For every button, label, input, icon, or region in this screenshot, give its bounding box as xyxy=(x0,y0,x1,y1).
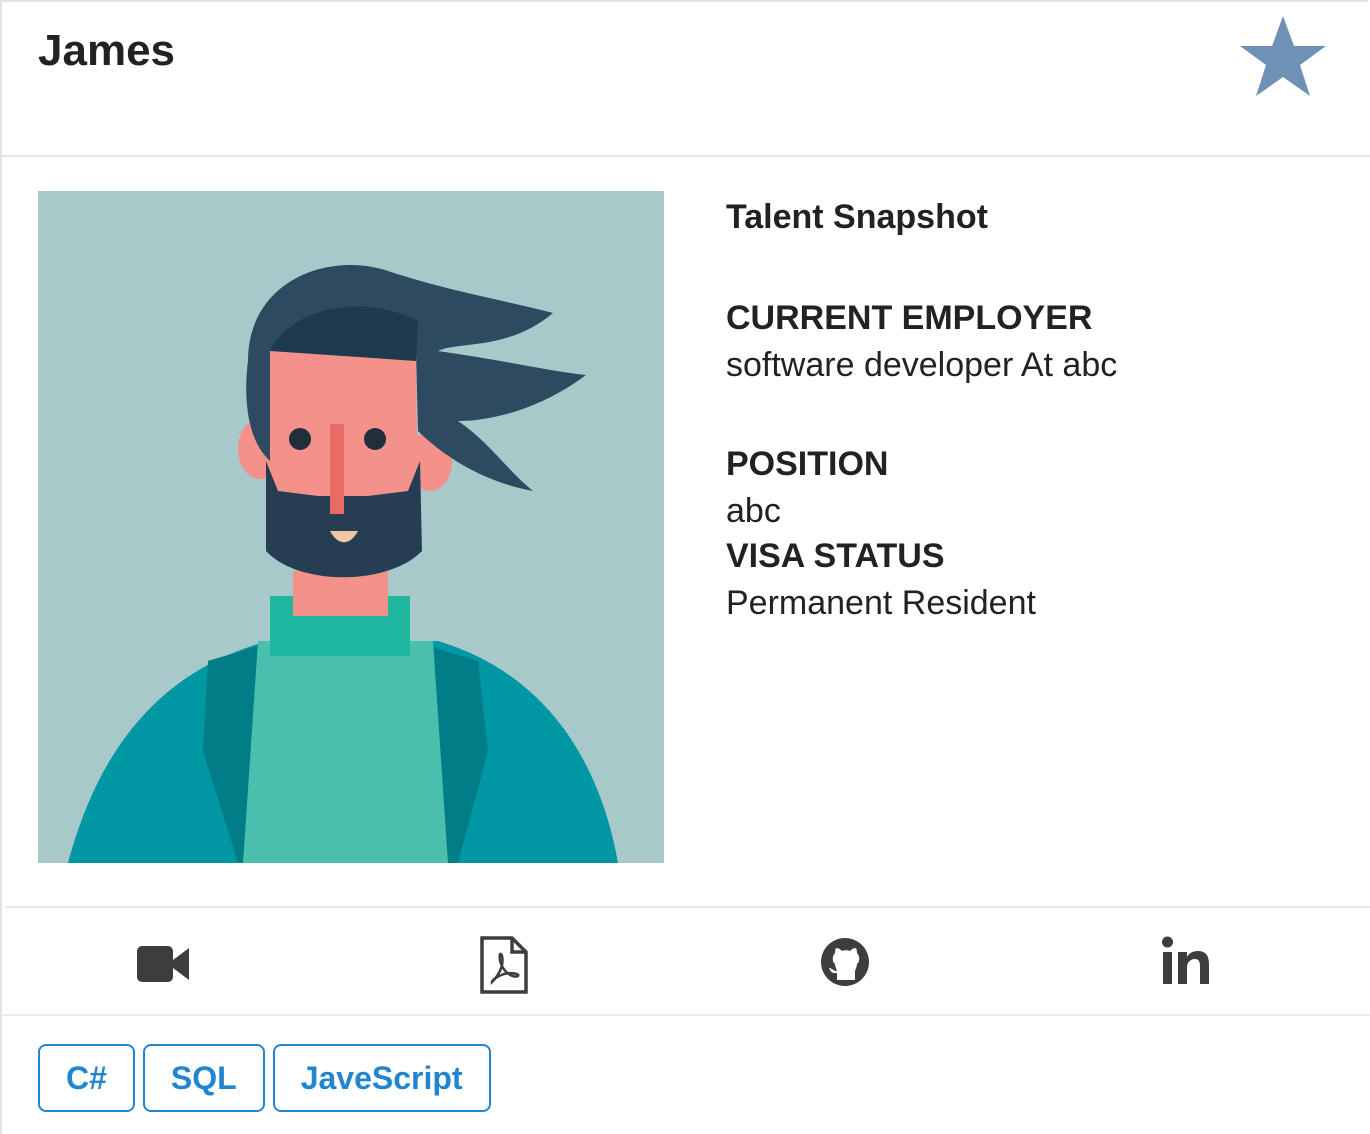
talent-card: James Talent Snapshot CURRENT EMPLOYER s… xyxy=(0,0,1370,1134)
profile-links xyxy=(2,908,1370,1016)
linkedin-icon[interactable] xyxy=(1161,936,1211,986)
video-camera-icon[interactable] xyxy=(135,936,191,992)
talent-snapshot: Talent Snapshot CURRENT EMPLOYER softwar… xyxy=(726,198,1346,623)
skill-tag[interactable]: JaveScript xyxy=(272,1044,491,1112)
github-icon[interactable] xyxy=(819,936,871,988)
candidate-name: James xyxy=(38,26,176,75)
pdf-file-icon[interactable] xyxy=(478,936,530,994)
star-icon[interactable] xyxy=(1238,14,1328,98)
current-employer-value: software developer At abc xyxy=(726,346,1118,384)
skill-tag[interactable]: SQL xyxy=(142,1044,265,1112)
card-header: James xyxy=(2,2,1370,157)
visa-status-value: Permanent Resident xyxy=(726,584,1036,622)
position-value: abc xyxy=(726,492,781,530)
position-label: POSITION xyxy=(726,445,889,483)
current-employer-label: CURRENT EMPLOYER xyxy=(726,299,1093,337)
snapshot-title: Talent Snapshot xyxy=(726,198,988,236)
visa-status-label: VISA STATUS xyxy=(726,537,945,575)
skill-tag[interactable]: C# xyxy=(38,1044,135,1112)
avatar xyxy=(38,191,664,863)
skill-tags: C# SQL JaveScript xyxy=(38,1044,491,1112)
